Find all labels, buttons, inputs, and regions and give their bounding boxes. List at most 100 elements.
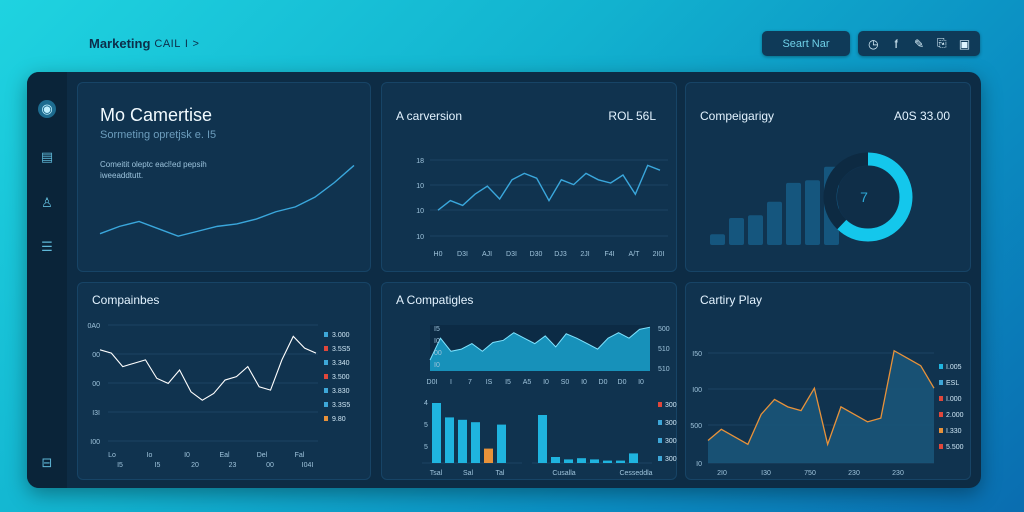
companies-legend-swatch (324, 402, 328, 407)
cartiry-x-tick: 230 (848, 470, 860, 477)
conversion-x-tick: DJ3 (554, 251, 567, 258)
compatigles-top-x-tick: D0 (599, 379, 608, 386)
conversion-y-tick: 10 (416, 183, 424, 190)
compatigles-top-y-tick: I0 (434, 362, 440, 369)
compatigles-legend-swatch (658, 438, 662, 443)
conversion-x-tick: H0 (434, 251, 443, 258)
campaign-donut-label: 7 (860, 189, 868, 205)
cartiry-x-tick: 230 (892, 470, 904, 477)
cartiry-x-tick: 2I0 (717, 470, 727, 477)
search-button[interactable]: Seart Nar (762, 31, 850, 56)
compatigles-legend-swatch (658, 456, 662, 461)
compatigles-bars-b-x-tick: Cesseddla (619, 470, 652, 477)
cartiry-legend-value: I.005 (946, 364, 962, 371)
campaign-bar-donut-chart: 7 (710, 152, 913, 245)
companies-x-subtick: I04I (302, 462, 314, 469)
campaign-donut-center (837, 166, 899, 228)
compatigles-bar-b (538, 415, 547, 463)
compatigles-top-x-tick: D0I (427, 379, 438, 386)
compatigles-bar-b (629, 453, 638, 463)
companies-y-tick: 0A0 (88, 323, 101, 330)
cartiry-legend-swatch (939, 380, 943, 385)
cartiry-y-tick: I0 (696, 461, 702, 468)
compatigles-legend-value: 300 (665, 402, 677, 409)
compatigles-top-x-tick: 7 (468, 379, 472, 386)
companies-y-tick: I00 (90, 439, 100, 446)
compatigles-top-x-tick: I5 (505, 379, 511, 386)
compatigles-bar-a (497, 424, 506, 463)
compatigles-bar-b (577, 458, 586, 463)
bag-icon[interactable]: ▣ (957, 37, 973, 51)
compatigles-legend-value: 300 (665, 438, 677, 445)
companies-legend-swatch (324, 346, 328, 351)
cartiry-card: Cartiry Play I50 I00 500 I0 2I0 I30 750 230 230 I… (685, 282, 971, 480)
compatigles-bar-a (471, 422, 480, 463)
compatigles-top-x-tick: I (450, 379, 452, 386)
companies-y-tick: 00 (92, 381, 100, 388)
conversion-x-tick: F4I (604, 251, 614, 258)
companies-x-subtick: I5 (117, 462, 123, 469)
companies-x-tick: Lo (108, 452, 116, 459)
compatigles-top-x-tick: I0 (543, 379, 549, 386)
conversion-card: A carversion ROL 56L 18 10 10 10 H0 D3I AJI D3I… (381, 82, 677, 272)
cartiry-y-tick: I00 (692, 387, 702, 394)
companies-legend-value: 3.000 (332, 332, 350, 339)
compatigles-bars-a-x-tick: Sal (463, 470, 474, 477)
list-icon[interactable]: ☰ (38, 238, 56, 256)
compatigles-top-right-tick: 500 (658, 326, 670, 333)
compatigles-top-x-tick: I0 (638, 379, 644, 386)
compatigles-bar-a (445, 417, 454, 463)
compatigles-bar-b (603, 460, 612, 463)
dashboard-icon[interactable]: ◉ (38, 100, 56, 118)
companies-series-line (99, 335, 317, 401)
tag-icon[interactable]: ⎘ (934, 36, 950, 51)
side-rail: ◉ ▤ ♙ ☰ ⊟ (27, 72, 67, 488)
cartiry-legend-swatch (939, 396, 943, 401)
cartiry-x-tick: I30 (761, 470, 771, 477)
brand-sub: CAIL (154, 37, 181, 50)
campaign-bar (767, 201, 782, 245)
conversion-line-chart: 18 10 10 10 H0 D3I AJI D3I D30 DJ3 2JI F4I A/T 2I0I (416, 158, 668, 258)
chevron-right-icon[interactable]: > (192, 38, 199, 50)
cartiry-legend-value: I.000 (946, 396, 962, 403)
compatigles-bars-b-x-tick: Cusalla (552, 470, 575, 477)
cartiry-legend-value: 5.500 (946, 444, 964, 451)
campaign-bar (786, 182, 801, 245)
compatigles-bar-a (484, 448, 493, 463)
companies-legend-value: 3.340 (332, 360, 350, 367)
settings-icon[interactable]: ⊟ (38, 454, 56, 472)
companies-x-tick: I0 (184, 452, 190, 459)
conversion-y-tick: 10 (416, 208, 424, 215)
companies-legend-swatch (324, 332, 328, 337)
facebook-icon[interactable]: f (888, 37, 904, 51)
cartiry-y-tick: 500 (690, 423, 702, 430)
pen-icon[interactable]: ✎ (911, 37, 927, 51)
companies-legend-value: 3.500 (332, 374, 350, 381)
compatigles-legend-value: 300 (665, 456, 677, 463)
companies-legend-value: 9.80 (332, 416, 346, 423)
compatigles-bars-a-y-tick: 4 (424, 400, 428, 407)
hero-line-chart (99, 164, 355, 237)
campaign-bar (748, 215, 763, 245)
user-icon[interactable]: ♙ (38, 194, 56, 212)
conversion-x-tick: D3I (506, 251, 517, 258)
campaign-bar (710, 234, 725, 245)
conversion-x-tick: D3I (457, 251, 468, 258)
conversion-x-tick: 2JI (580, 251, 589, 258)
companies-legend-value: 3.3S5 (332, 402, 350, 409)
compatigles-legend-swatch (658, 402, 662, 407)
cartiry-legend-swatch (939, 444, 943, 449)
cartiry-legend-swatch (939, 412, 943, 417)
hero-series-line (99, 164, 355, 237)
document-icon[interactable]: ▤ (38, 148, 56, 166)
clock-icon[interactable]: ◷ (865, 37, 881, 51)
dashboard-window: ◉ ▤ ♙ ☰ ⊟ Mo Camertise Sormeting opretjs… (27, 72, 981, 488)
conversion-x-tick: D30 (530, 251, 543, 258)
companies-legend-swatch (324, 360, 328, 365)
compatigles-top-y-tick: I5 (434, 326, 440, 333)
companies-legend-value: 3.830 (332, 388, 350, 395)
companies-legend-swatch (324, 416, 328, 421)
campaign-bar (729, 218, 744, 245)
compatigles-bars-a-y-tick: 5 (424, 444, 428, 451)
companies-line-chart: 0A00000I3II00LoI5IoI5I020Eal23Del00FalI0… (88, 323, 351, 469)
